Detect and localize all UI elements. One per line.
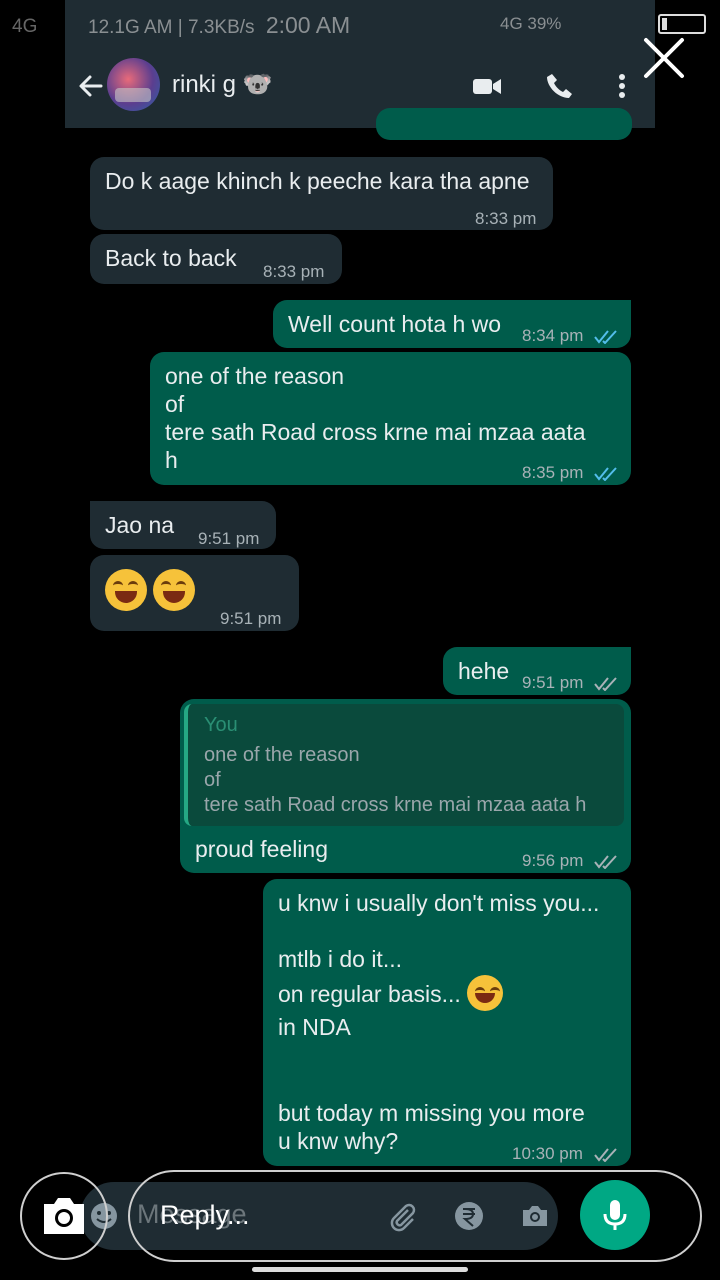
home-indicator[interactable] [252,1267,468,1272]
story-camera-button[interactable] [20,1172,108,1260]
message-text-line: h [165,447,178,473]
message-text-line: mtlb i do it... [278,946,402,972]
message-bubble-incoming[interactable]: Jao na 9:51 pm [90,501,276,549]
message-text: Do k aage khinch k peeche kara tha apne [105,168,530,194]
message-bubble-incoming[interactable]: Back to back 8:33 pm [90,234,342,284]
laughing-emoji-icon [105,569,147,611]
message-bubble-outgoing[interactable]: hehe 9:51 pm [443,647,631,695]
message-bubble-outgoing[interactable]: one of the reason of tere sath Road cros… [150,352,631,485]
laughing-emoji-icon [153,569,195,611]
delivered-ticks-icon [593,1147,617,1162]
message-text-line: in NDA [278,1014,351,1040]
quoted-message[interactable]: You one of the reason of tere sath Road … [184,704,624,826]
message-time: 8:33 pm [263,262,325,281]
message-time: 8:35 pm [522,463,584,482]
message-text: Jao na [105,512,175,538]
message-time: 9:56 pm [522,851,584,870]
avatar[interactable] [107,58,160,111]
camera-icon [44,1198,84,1234]
message-time: 9:51 pm [198,529,260,548]
message-text-line: of [165,391,185,417]
quote-author: You [204,714,238,736]
close-icon[interactable] [640,34,688,82]
message-time: 8:34 pm [522,326,584,345]
message-time: 10:30 pm [512,1144,583,1163]
quote-text-line: one of the reason [204,744,360,766]
message-text-line: one of the reason [165,363,345,389]
message-bubble-outgoing[interactable]: Well count hota h wo 8:34 pm [273,300,631,348]
message-text-line: u knw i usually don't miss you... [278,890,600,916]
message-text: hehe [458,658,510,684]
more-vert-icon[interactable] [606,70,638,102]
message-time: 8:33 pm [475,209,537,228]
message-bubble-outgoing[interactable]: u knw i usually don't miss you... mtlb i… [263,879,631,1166]
message-text-line: u knw why? [278,1128,399,1154]
inner-status-bar: 12.1G AM | 7.3KB/s 2:00 AM [88,12,350,39]
quote-text-line: of [204,769,221,791]
message-text: Well count hota h wo [288,311,502,337]
message-time: 9:51 pm [220,609,282,628]
message-bubble-partial [376,108,632,140]
reply-label[interactable]: Reply... [160,1200,250,1231]
network-indicator: 4G [12,16,38,37]
delivered-ticks-icon [594,854,617,869]
read-ticks-icon [594,466,617,481]
message-bubble-incoming[interactable]: Do k aage khinch k peeche kara tha apne … [90,157,553,230]
back-arrow-icon[interactable] [75,70,107,102]
message-text-line: tere sath Road cross krne mai mzaa aata [165,419,586,445]
battery-icon [658,14,706,34]
quote-text-line: tere sath Road cross krne mai mzaa aata … [204,794,587,816]
message-bubble-incoming[interactable]: 9:51 pm [90,555,299,631]
video-call-icon[interactable] [471,70,503,102]
message-text: Back to back [105,245,237,271]
inner-status-time: 2:00 AM [265,12,351,38]
message-time: 9:51 pm [522,673,584,692]
phone-icon[interactable] [543,70,575,102]
grinning-sweat-emoji-icon [467,975,503,1011]
read-ticks-icon [594,329,617,344]
message-text-line: but today m missing you more [278,1100,585,1126]
inner-status-right: 4G 39% [500,14,562,33]
message-text-line: on regular basis... [278,981,461,1007]
contact-name[interactable]: rinki g 🐨 [172,70,273,99]
delivered-ticks-icon [594,676,617,691]
message-text: proud feeling [195,836,328,862]
inner-status-left: 12.1G AM | 7.3KB/s [88,17,255,38]
